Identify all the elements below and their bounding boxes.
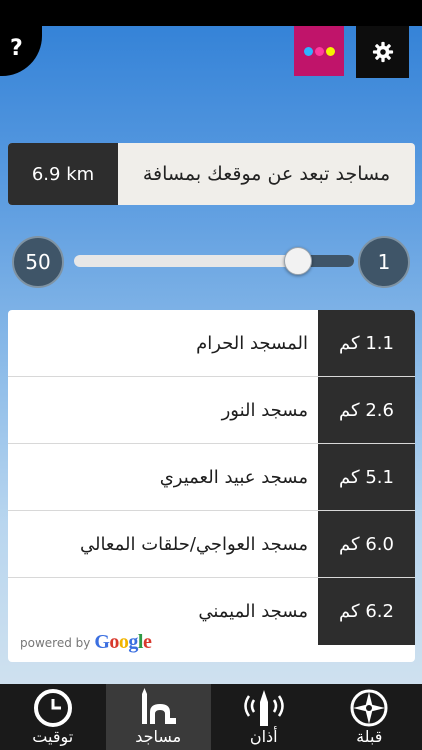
slider-track[interactable] — [74, 255, 354, 267]
mosque-name: مسجد العواجي/حلقات المعالي — [79, 533, 308, 555]
bottom-tab-bar: توقيت مساجد أذان قبلة — [0, 684, 422, 750]
max-distance-button[interactable]: 50 — [12, 236, 64, 288]
distance-label: مساجد تبعد عن موقعك بمسافة — [142, 163, 391, 185]
minaret-broadcast-icon — [244, 690, 284, 726]
google-attribution: powered by Google — [20, 631, 152, 654]
attribution-prefix: powered by — [20, 635, 91, 650]
mosque-name: مسجد عبيد العميري — [159, 466, 308, 488]
tab-timing[interactable]: توقيت — [0, 684, 106, 750]
tab-label: قبلة — [356, 727, 383, 746]
tab-label: توقيت — [32, 727, 74, 746]
help-button[interactable]: ? — [0, 26, 42, 76]
mosque-name: مسجد النور — [221, 399, 308, 421]
slider-thumb[interactable] — [284, 247, 312, 275]
mosque-row[interactable]: مسجد العواجي/حلقات المعالي 6.0 كم — [8, 511, 415, 578]
color-dot-icon — [314, 46, 324, 56]
help-icon: ? — [10, 36, 23, 61]
color-dot-icon — [303, 46, 313, 56]
clock-icon — [33, 689, 72, 727]
mosque-distance: 1.1 كم — [318, 310, 415, 376]
min-distance-button[interactable]: 1 — [358, 236, 410, 288]
mosque-distance: 2.6 كم — [318, 377, 415, 443]
compass-icon — [350, 689, 388, 727]
distance-value: 6.9 km — [8, 143, 118, 205]
mosque-distance: 6.0 كم — [318, 511, 415, 577]
mosque-distance: 5.1 كم — [318, 444, 415, 510]
gear-icon — [372, 41, 393, 63]
color-dot-icon — [325, 46, 335, 56]
tab-mosques[interactable]: مساجد — [105, 684, 211, 750]
settings-button[interactable] — [356, 26, 409, 78]
tab-label: أذان — [249, 727, 278, 746]
distance-slider[interactable]: 50 1 — [12, 233, 412, 291]
tab-adhan[interactable]: أذان — [211, 684, 317, 750]
theme-color-button[interactable] — [294, 26, 344, 76]
mosque-row[interactable]: مسجد النور 2.6 كم — [8, 377, 415, 444]
mosque-distance: 6.2 كم — [318, 578, 415, 645]
google-logo: Google — [94, 631, 152, 653]
mosque-icon — [142, 688, 177, 724]
distance-panel: 6.9 km مساجد تبعد عن موقعك بمسافة — [8, 143, 415, 205]
mosque-row[interactable]: المسجد الحرام 1.1 كم — [8, 310, 415, 377]
mosque-name: المسجد الحرام — [196, 332, 308, 354]
mosque-row[interactable]: مسجد عبيد العميري 5.1 كم — [8, 444, 415, 511]
tab-label: مساجد — [135, 727, 182, 746]
mosque-list: المسجد الحرام 1.1 كم مسجد النور 2.6 كم م… — [8, 310, 415, 662]
tab-qibla[interactable]: قبلة — [317, 684, 422, 750]
status-bar — [0, 0, 422, 26]
